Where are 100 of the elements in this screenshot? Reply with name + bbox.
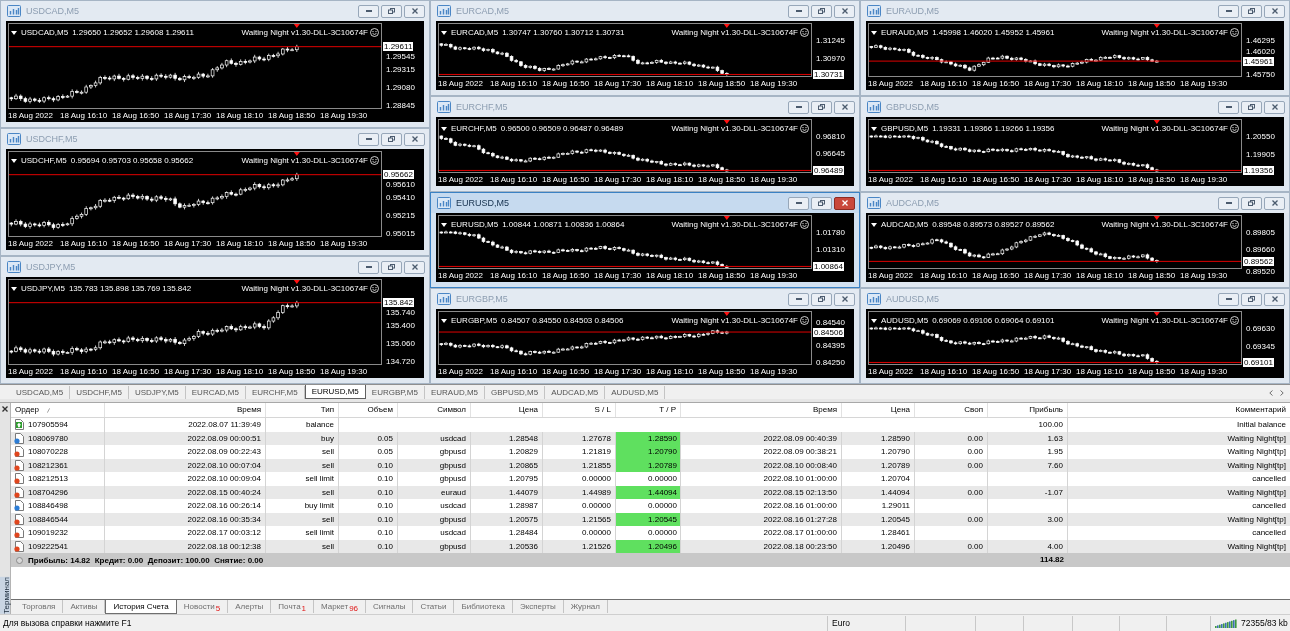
column-header[interactable]: Время: [105, 403, 266, 417]
balance-icon: [14, 419, 24, 431]
chart-window-icon: [7, 261, 21, 273]
restore-button[interactable]: [1241, 292, 1262, 306]
caret-icon[interactable]: [11, 158, 17, 163]
close-button[interactable]: [1264, 196, 1285, 210]
close-button[interactable]: [1264, 100, 1285, 114]
caret-icon[interactable]: [871, 222, 877, 227]
minimize-button[interactable]: [358, 4, 379, 18]
order-id: 108704296: [28, 486, 69, 499]
restore-button[interactable]: [381, 132, 402, 146]
terminal-tab[interactable]: Библиотека: [454, 600, 513, 613]
caret-icon[interactable]: [871, 318, 877, 323]
close-button[interactable]: [834, 292, 855, 306]
terminal-tab[interactable]: Новости5: [176, 600, 229, 613]
close-icon: [841, 8, 848, 14]
column-header[interactable]: S / L: [543, 403, 616, 417]
minimize-button[interactable]: [1218, 196, 1239, 210]
terminal-tab[interactable]: Маркет96: [314, 600, 367, 613]
restore-button[interactable]: [1241, 100, 1262, 114]
restore-button[interactable]: [1241, 4, 1262, 18]
ohlc-values: 1.45998 1.46020 1.45952 1.45961: [932, 28, 1055, 37]
close-button[interactable]: [404, 260, 425, 274]
restore-button[interactable]: [381, 4, 402, 18]
minimize-button[interactable]: [788, 100, 809, 114]
minimize-button[interactable]: [788, 292, 809, 306]
close-icon: [411, 8, 418, 14]
document-icon: [14, 486, 24, 498]
restore-button[interactable]: [381, 260, 402, 274]
terminal-tab[interactable]: Алерты: [228, 600, 272, 613]
restore-button[interactable]: [1241, 196, 1262, 210]
ohlc-values: 1.29650 1.29652 1.29608 1.29611: [72, 28, 194, 37]
close-button[interactable]: [834, 100, 855, 114]
column-header[interactable]: Цена: [842, 403, 915, 417]
close-button[interactable]: [834, 4, 855, 18]
table-cell: 0.10: [339, 472, 398, 486]
table-cell: 0.00: [915, 445, 988, 459]
terminal-tab[interactable]: Статьи: [413, 600, 455, 613]
restore-button[interactable]: [811, 100, 832, 114]
column-header[interactable]: T / P: [616, 403, 681, 417]
close-button[interactable]: [834, 196, 855, 210]
table-cell: sell limit: [266, 472, 339, 486]
price-label: 1.01780: [816, 227, 845, 237]
terminal-tab[interactable]: История Счета: [105, 600, 177, 614]
terminal-tab[interactable]: Журнал: [563, 600, 608, 613]
table-cell: 1.29011: [842, 499, 915, 513]
caret-icon[interactable]: [441, 30, 447, 35]
caret-icon[interactable]: [11, 30, 17, 35]
chart-window-icon: [437, 293, 451, 305]
close-button[interactable]: [404, 132, 425, 146]
column-header[interactable]: Тип: [266, 403, 339, 417]
terminal-tab[interactable]: Торговля: [15, 600, 64, 613]
time-label: 18 Aug 16:50: [972, 79, 1021, 90]
minimize-button[interactable]: [1218, 100, 1239, 114]
minimize-button[interactable]: [788, 196, 809, 210]
table-cell-text: Waiting Night[tp]: [1226, 432, 1287, 445]
close-button[interactable]: [1264, 292, 1285, 306]
window-title: EURCHF,M5: [456, 101, 508, 113]
minimize-button[interactable]: [358, 132, 379, 146]
time-label: 18 Aug 19:30: [750, 175, 799, 186]
column-header[interactable]: Цена: [471, 403, 543, 417]
caret-icon[interactable]: [871, 30, 877, 35]
column-header[interactable]: Комментарий: [1068, 403, 1290, 417]
column-header[interactable]: Прибыль: [988, 403, 1068, 417]
triangle-marker-icon: [723, 312, 730, 316]
minimize-button[interactable]: [788, 4, 809, 18]
column-header[interactable]: Время: [681, 403, 842, 417]
scroll-left-icon[interactable]: [1269, 389, 1273, 396]
close-button[interactable]: [404, 4, 425, 18]
ohlc-values: 135.783 135.898 135.769 135.842: [68, 284, 192, 293]
price-label: 1.20550: [1246, 131, 1275, 141]
minimize-button[interactable]: [1218, 4, 1239, 18]
caret-icon[interactable]: [11, 286, 17, 291]
caret-icon[interactable]: [871, 126, 877, 131]
terminal-tab[interactable]: Сигналы: [366, 600, 414, 613]
caret-icon[interactable]: [441, 318, 447, 323]
column-header[interactable]: Объем: [339, 403, 398, 417]
close-icon[interactable]: [2, 406, 8, 412]
scroll-right-icon[interactable]: [1280, 389, 1284, 396]
column-header[interactable]: Ордер: [15, 403, 40, 417]
window-title: USDCHF,M5: [26, 133, 78, 145]
chart-tab[interactable]: EURUSD,M5: [304, 385, 366, 399]
close-button[interactable]: [1264, 4, 1285, 18]
table-cell: 1.28987: [471, 499, 543, 513]
restore-button[interactable]: [811, 4, 832, 18]
restore-button[interactable]: [811, 196, 832, 210]
column-header[interactable]: Символ: [398, 403, 471, 417]
table-cell: 0.05: [339, 445, 398, 459]
minimize-button[interactable]: [1218, 292, 1239, 306]
column-header[interactable]: Своп: [915, 403, 988, 417]
time-label: 18 Aug 18:50: [1128, 271, 1177, 282]
terminal-tab[interactable]: Почта1: [271, 600, 315, 613]
time-label: 18 Aug 18:10: [646, 367, 695, 378]
caret-icon[interactable]: [441, 222, 447, 227]
minimize-button[interactable]: [358, 260, 379, 274]
terminal-tab[interactable]: Эксперты: [512, 600, 564, 613]
restore-button[interactable]: [811, 292, 832, 306]
caret-icon[interactable]: [441, 126, 447, 131]
time-label: 18 Aug 16:10: [920, 367, 969, 378]
chart-symbol: EURCHF,M5: [451, 124, 497, 133]
